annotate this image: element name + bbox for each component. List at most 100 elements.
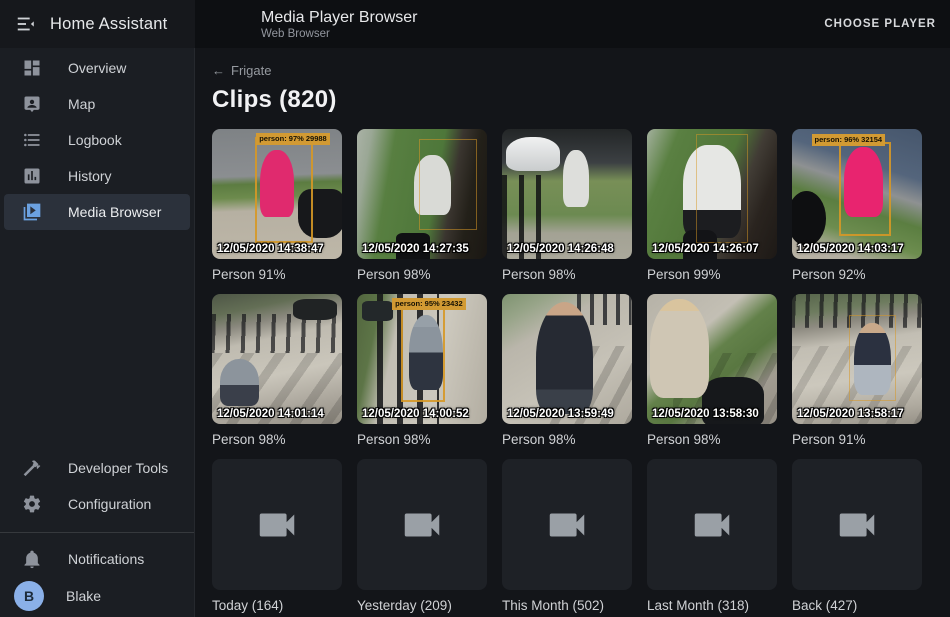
clip-card[interactable]: 12/05/2020 14:01:14 Person 98% bbox=[212, 294, 342, 447]
video-camera-icon bbox=[544, 502, 590, 548]
view-dashboard-icon bbox=[22, 58, 42, 78]
sidebar-header: Home Assistant bbox=[0, 0, 195, 48]
breadcrumb-back[interactable]: ← Frigate bbox=[212, 63, 271, 78]
folder-thumbnail bbox=[792, 459, 922, 590]
clip-timestamp: 12/05/2020 13:58:30 bbox=[652, 408, 775, 420]
detection-bbox bbox=[849, 315, 896, 401]
detection-bbox bbox=[419, 139, 476, 230]
clip-thumbnail: person: 95% 23432 12/05/2020 14:00:52 bbox=[357, 294, 487, 424]
clip-card[interactable]: person: 96% 32154 12/05/2020 14:03:17 Pe… bbox=[792, 129, 922, 282]
detection-label: person: 96% 32154 bbox=[812, 134, 886, 146]
folder-label: This Month (502) bbox=[502, 598, 632, 613]
clip-timestamp: 12/05/2020 14:03:17 bbox=[797, 243, 920, 255]
clip-thumbnail: 12/05/2020 14:26:48 bbox=[502, 129, 632, 259]
clip-timestamp: 12/05/2020 13:59:49 bbox=[507, 408, 630, 420]
back-label: Frigate bbox=[231, 63, 271, 78]
clip-card[interactable]: person: 97% 29988 12/05/2020 14:38:47 Pe… bbox=[212, 129, 342, 282]
format-list-bulleted-icon bbox=[22, 130, 42, 150]
sidebar-primary-items: Overview Map Logbook History Media Brows… bbox=[0, 50, 194, 230]
sidebar-item-label: Logbook bbox=[68, 132, 122, 148]
clip-thumbnail: 12/05/2020 14:27:35 bbox=[357, 129, 487, 259]
chart-box-icon bbox=[22, 166, 42, 186]
clip-card[interactable]: 12/05/2020 13:58:30 Person 98% bbox=[647, 294, 777, 447]
clip-label: Person 98% bbox=[647, 432, 777, 447]
toolbar: Media Player Browser Web Browser CHOOSE … bbox=[195, 0, 950, 48]
folder-card-yesterday-209-[interactable]: Yesterday (209) bbox=[357, 459, 487, 613]
clip-card[interactable]: 12/05/2020 13:59:49 Person 98% bbox=[502, 294, 632, 447]
clips-grid: person: 97% 29988 12/05/2020 14:38:47 Pe… bbox=[212, 129, 950, 613]
folder-card-this-month-502-[interactable]: This Month (502) bbox=[502, 459, 632, 613]
clip-label: Person 91% bbox=[792, 432, 922, 447]
clip-card[interactable]: person: 95% 23432 12/05/2020 14:00:52 Pe… bbox=[357, 294, 487, 447]
clip-thumbnail: 12/05/2020 13:59:49 bbox=[502, 294, 632, 424]
account-map-icon bbox=[22, 94, 42, 114]
sidebar-item-label: Overview bbox=[68, 60, 126, 76]
clip-label: Person 98% bbox=[502, 432, 632, 447]
folder-label: Yesterday (209) bbox=[357, 598, 487, 613]
top-app-bar: Home Assistant Media Player Browser Web … bbox=[0, 0, 950, 48]
clip-thumbnail: 12/05/2020 13:58:17 bbox=[792, 294, 922, 424]
clip-label: Person 98% bbox=[357, 432, 487, 447]
video-camera-icon bbox=[399, 502, 445, 548]
clip-card[interactable]: 12/05/2020 14:26:48 Person 98% bbox=[502, 129, 632, 282]
choose-player-button[interactable]: CHOOSE PLAYER bbox=[824, 18, 936, 30]
view-subtitle: Web Browser bbox=[261, 28, 418, 40]
clip-card[interactable]: 12/05/2020 14:26:07 Person 99% bbox=[647, 129, 777, 282]
view-title-block: Media Player Browser Web Browser bbox=[261, 8, 418, 40]
video-camera-icon bbox=[254, 502, 300, 548]
clip-timestamp: 12/05/2020 14:26:48 bbox=[507, 243, 630, 255]
clip-timestamp: 12/05/2020 14:00:52 bbox=[362, 408, 485, 420]
detection-bbox bbox=[255, 137, 314, 244]
folder-card-today-164-[interactable]: Today (164) bbox=[212, 459, 342, 613]
folder-thumbnail bbox=[357, 459, 487, 590]
clip-card[interactable]: 12/05/2020 13:58:17 Person 91% bbox=[792, 294, 922, 447]
folder-thumbnail bbox=[502, 459, 632, 590]
app-title: Home Assistant bbox=[50, 15, 167, 34]
clip-label: Person 98% bbox=[502, 267, 632, 282]
hammer-icon bbox=[22, 458, 42, 478]
folder-card-back-427-[interactable]: Back (427) bbox=[792, 459, 922, 613]
folder-thumbnail bbox=[647, 459, 777, 590]
sidebar-item-developer-tools[interactable]: Developer Tools bbox=[4, 450, 190, 486]
clip-thumbnail: 12/05/2020 14:01:14 bbox=[212, 294, 342, 424]
detection-label: person: 95% 23432 bbox=[392, 298, 466, 310]
clip-timestamp: 12/05/2020 14:27:35 bbox=[362, 243, 485, 255]
folder-label: Back (427) bbox=[792, 598, 922, 613]
clip-label: Person 91% bbox=[212, 267, 342, 282]
clip-timestamp: 12/05/2020 13:58:17 bbox=[797, 408, 920, 420]
folder-label: Today (164) bbox=[212, 598, 342, 613]
detection-bbox bbox=[839, 142, 891, 236]
profile-name: Blake bbox=[66, 588, 101, 604]
view-title: Media Player Browser bbox=[261, 8, 418, 27]
sidebar-spacer bbox=[0, 230, 194, 450]
sidebar-item-label: Configuration bbox=[68, 496, 151, 512]
sidebar-profile[interactable]: B Blake bbox=[0, 577, 194, 615]
sidebar-item-label: Developer Tools bbox=[68, 460, 168, 476]
detection-bbox bbox=[401, 306, 445, 402]
folder-thumbnail bbox=[212, 459, 342, 590]
clip-label: Person 98% bbox=[357, 267, 487, 282]
folder-label: Last Month (318) bbox=[647, 598, 777, 613]
sidebar-item-label: Map bbox=[68, 96, 95, 112]
clip-thumbnail: 12/05/2020 14:26:07 bbox=[647, 129, 777, 259]
sidebar-item-map[interactable]: Map bbox=[4, 86, 190, 122]
play-box-multiple-icon bbox=[22, 202, 42, 222]
bell-icon bbox=[22, 549, 42, 569]
sidebar-item-label: History bbox=[68, 168, 112, 184]
sidebar-item-notifications[interactable]: Notifications bbox=[4, 541, 190, 577]
back-arrow-icon: ← bbox=[212, 63, 225, 78]
sidebar-item-label: Media Browser bbox=[68, 204, 161, 220]
sidebar-toggle-button[interactable] bbox=[14, 12, 38, 36]
video-camera-icon bbox=[834, 502, 880, 548]
detection-bbox bbox=[696, 134, 748, 243]
clip-card[interactable]: 12/05/2020 14:27:35 Person 98% bbox=[357, 129, 487, 282]
sidebar-item-overview[interactable]: Overview bbox=[4, 50, 190, 86]
video-camera-icon bbox=[689, 502, 735, 548]
folder-card-last-month-318-[interactable]: Last Month (318) bbox=[647, 459, 777, 613]
sidebar-item-logbook[interactable]: Logbook bbox=[4, 122, 190, 158]
clip-thumbnail: person: 97% 29988 12/05/2020 14:38:47 bbox=[212, 129, 342, 259]
sidebar-item-configuration[interactable]: Configuration bbox=[4, 486, 190, 522]
sidebar-item-media-browser[interactable]: Media Browser bbox=[4, 194, 190, 230]
sidebar-item-history[interactable]: History bbox=[4, 158, 190, 194]
clip-timestamp: 12/05/2020 14:38:47 bbox=[217, 243, 340, 255]
